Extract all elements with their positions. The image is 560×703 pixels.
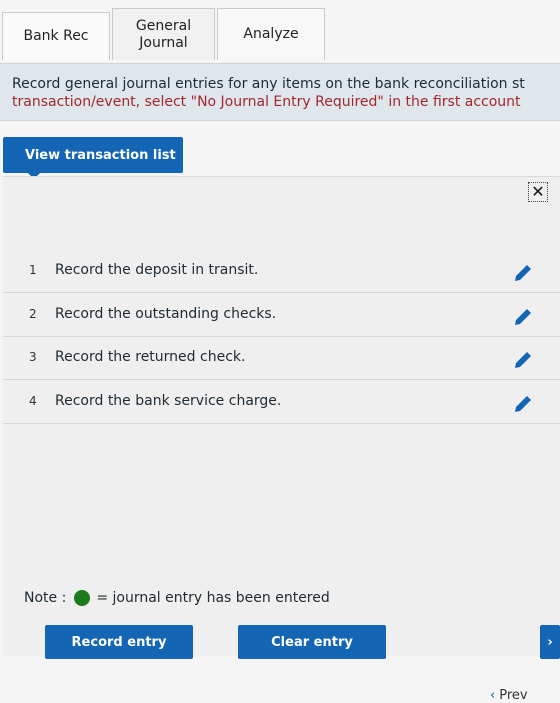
entered-indicator-icon [74, 590, 91, 606]
transaction-text: Record the bank service charge. [55, 393, 282, 409]
note-label: Note : [24, 590, 67, 606]
note-text: = journal entry has been entered [96, 590, 330, 606]
chevron-left-icon: ‹ [490, 688, 496, 703]
pencil-icon[interactable] [511, 261, 535, 285]
transaction-number: 4 [29, 394, 37, 408]
transaction-number: 1 [29, 263, 37, 277]
transaction-text: Record the outstanding checks. [55, 306, 277, 322]
transaction-row[interactable]: 3 Record the returned check. [3, 337, 560, 380]
transaction-number: 3 [29, 350, 37, 364]
legend-note: Note : = journal entry has been entered [24, 590, 330, 606]
transaction-row[interactable]: 2 Record the outstanding checks. [3, 294, 560, 337]
tab-bank-rec[interactable]: Bank Rec [2, 12, 110, 60]
tab-general-journal[interactable]: General Journal [112, 8, 215, 60]
instructions-line-1: Record general journal entries for any i… [12, 76, 525, 92]
next-button[interactable]: › [540, 625, 560, 659]
tab-bar: Bank Rec General Journal Analyze [0, 0, 560, 60]
transaction-row[interactable]: 1 Record the deposit in transit. [3, 250, 560, 293]
transaction-text: Record the returned check. [55, 349, 246, 365]
instructions-line-2: transaction/event, select "No Journal En… [12, 94, 521, 110]
transaction-number: 2 [29, 307, 37, 321]
pencil-icon[interactable] [511, 348, 535, 372]
clear-entry-button[interactable]: Clear entry [238, 625, 386, 659]
pencil-icon[interactable] [511, 305, 535, 329]
pencil-icon[interactable] [511, 392, 535, 416]
transaction-text: Record the deposit in transit. [55, 262, 259, 278]
record-entry-button[interactable]: Record entry [45, 625, 193, 659]
chevron-right-icon: › [547, 634, 553, 650]
close-icon[interactable]: ✕ [528, 182, 548, 202]
prev-link[interactable]: ‹ Prev [490, 688, 528, 703]
transaction-row[interactable]: 4 Record the bank service charge. [3, 381, 560, 424]
tab-analyze[interactable]: Analyze [217, 8, 325, 60]
view-transaction-list-button[interactable]: View transaction list [3, 137, 183, 179]
instructions-banner: Record general journal entries for any i… [0, 63, 560, 121]
